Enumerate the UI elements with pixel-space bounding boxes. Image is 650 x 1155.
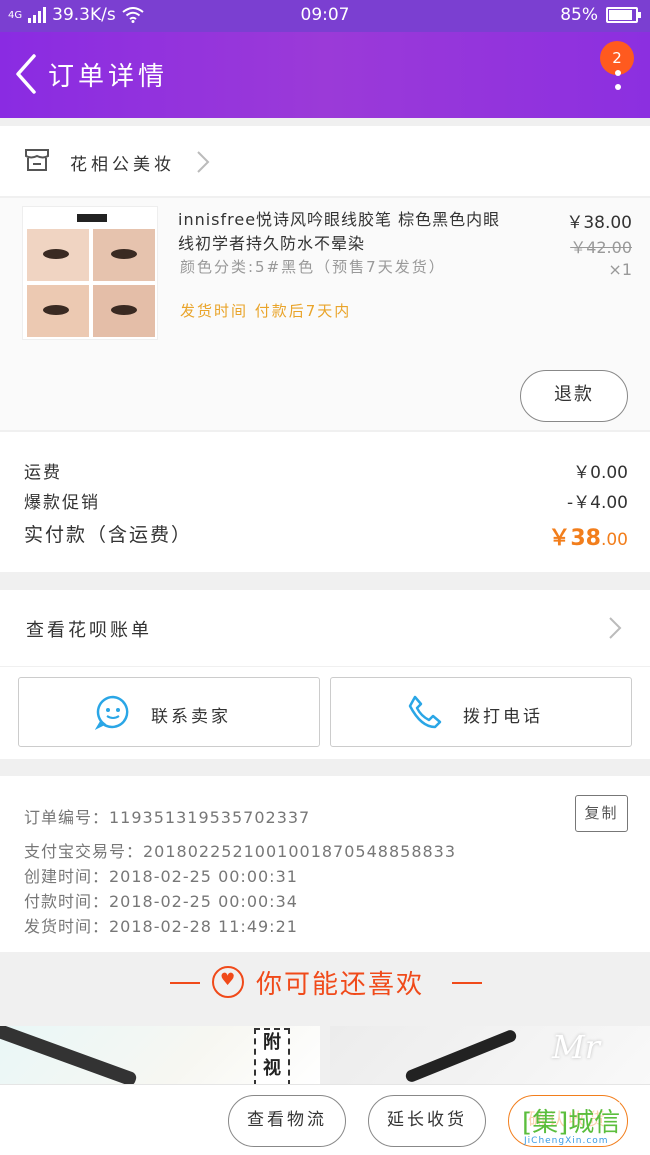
huabei-bill-label: 查看花呗账单: [26, 620, 152, 641]
recommend-item[interactable]: Mr: [330, 1026, 650, 1086]
recommend-title: 你可能还喜欢: [256, 970, 425, 1000]
paid-time: 付款时间：2018-02-25 00:00:34: [24, 892, 298, 911]
shop-name: 花相公美妆: [70, 155, 175, 175]
shipping-fee-row: 运费 ￥0.00: [24, 458, 628, 483]
contact-seller-button[interactable]: 联系卖家: [18, 677, 320, 747]
product-image: [0, 1026, 138, 1086]
shipping-fee-value: ￥0.00: [573, 463, 628, 483]
chat-icon: [95, 695, 129, 730]
call-phone-button[interactable]: 拨打电话: [330, 677, 632, 747]
back-arrow-icon[interactable]: [8, 52, 44, 96]
recommend-header: 你可能还喜欢: [0, 952, 650, 1014]
copy-button[interactable]: 复制: [575, 795, 628, 832]
shipping-fee-label: 运费: [24, 463, 62, 483]
contact-section: 联系卖家 拨打电话: [0, 667, 650, 759]
battery-icon: [606, 7, 641, 23]
refund-button[interactable]: 退款: [520, 370, 628, 422]
product-quantity: ×1: [608, 260, 632, 279]
contact-seller-label: 联系卖家: [151, 707, 231, 727]
call-phone-label: 拨打电话: [463, 707, 543, 727]
total-row: 实付款（含运费） ￥38.00: [24, 520, 628, 551]
shop-icon: [25, 149, 49, 171]
product-title: innisfree悦诗风吟眼线胶笔 棕色黑色内眼线初学者持久防水不晕染: [178, 210, 501, 253]
product-price: ￥38.00: [566, 213, 632, 233]
watermark: [集]城信 JiChengXin.com: [522, 1098, 642, 1148]
phone-icon: [408, 695, 442, 729]
extend-receipt-button[interactable]: 延长收货: [368, 1095, 486, 1147]
fee-summary: 运费 ￥0.00 爆款促销 -￥4.00 实付款（含运费） ￥38.00: [0, 432, 650, 572]
watermark-text: [集]城信: [522, 1102, 621, 1139]
chevron-right-icon: [609, 617, 622, 639]
total-integer: 38: [570, 526, 601, 551]
watermark-url: JiChengXin.com: [524, 1136, 609, 1146]
product-image: [404, 1028, 518, 1084]
recommend-item[interactable]: 附视: [0, 1026, 320, 1086]
product-spec: 颜色分类:5#黑色（预售7天发货）: [180, 258, 446, 276]
shop-row[interactable]: 花相公美妆: [0, 126, 650, 196]
divider-line: [452, 982, 482, 984]
chevron-right-icon: [197, 151, 210, 173]
total-value: ￥38.00: [548, 520, 628, 552]
huabei-bill-row[interactable]: 查看花呗账单: [0, 590, 650, 666]
order-info: 订单编号：119351319535702337 支付宝交易号：201802252…: [0, 776, 650, 952]
promo-tag: 附视: [254, 1028, 290, 1086]
more-menu-icon[interactable]: [612, 70, 624, 96]
promo-row: 爆款促销 -￥4.00: [24, 488, 628, 513]
created-time: 创建时间：2018-02-25 00:00:31: [24, 867, 298, 886]
currency-symbol: ￥: [548, 526, 571, 551]
shipping-time: 发货时间 付款后7天内: [180, 302, 352, 320]
shipped-time: 发货时间：2018-02-28 11:49:21: [24, 917, 298, 936]
total-label: 实付款（含运费）: [24, 524, 193, 546]
battery-percent: 85%: [560, 5, 598, 25]
view-logistics-button[interactable]: 查看物流: [228, 1095, 346, 1147]
product-item[interactable]: innisfree悦诗风吟眼线胶笔 棕色黑色内眼线初学者持久防水不晕染 颜色分类…: [0, 198, 650, 430]
total-decimal: .00: [600, 530, 628, 550]
product-image[interactable]: [22, 206, 158, 340]
page-title: 订单详情: [48, 62, 169, 92]
clock: 09:07: [300, 5, 350, 25]
status-bar: 4G 39.3K/s 09:07 85%: [0, 0, 650, 32]
order-number: 订单编号：119351319535702337: [24, 808, 311, 827]
original-price: ￥42.00: [570, 238, 632, 257]
divider-line: [170, 982, 200, 984]
alipay-trade-number: 支付宝交易号：2018022521001001870548858833: [24, 842, 457, 861]
brand-text: Mr: [552, 1028, 601, 1066]
promo-value: -￥4.00: [567, 493, 628, 513]
promo-label: 爆款促销: [24, 493, 100, 513]
heart-icon: [212, 966, 244, 998]
header-bar: 订单详情 2: [0, 32, 650, 118]
